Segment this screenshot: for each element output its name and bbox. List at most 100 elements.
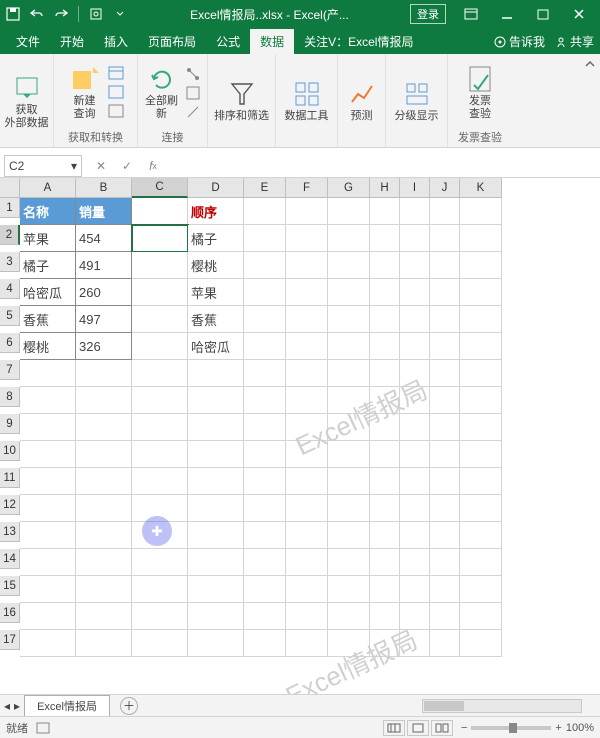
cell-J10[interactable]	[430, 441, 460, 468]
cell-B17[interactable]	[76, 630, 132, 657]
cell-E2[interactable]	[244, 225, 286, 252]
cell-D17[interactable]	[188, 630, 244, 657]
row-header[interactable]: 4	[0, 279, 20, 299]
cell-H10[interactable]	[370, 441, 400, 468]
qat-print-preview-icon[interactable]	[87, 5, 105, 23]
cell-H1[interactable]	[370, 198, 400, 225]
cell-F12[interactable]	[286, 495, 328, 522]
page-break-view-icon[interactable]	[431, 720, 453, 736]
undo-icon[interactable]	[28, 5, 46, 23]
minimize-icon[interactable]	[490, 2, 524, 26]
cell-I12[interactable]	[400, 495, 430, 522]
cell-A4[interactable]: 哈密瓜	[20, 279, 76, 306]
cell-I10[interactable]	[400, 441, 430, 468]
cell-F13[interactable]	[286, 522, 328, 549]
cell-C3[interactable]	[132, 252, 188, 279]
cell-K8[interactable]	[460, 387, 502, 414]
cell-J3[interactable]	[430, 252, 460, 279]
page-layout-view-icon[interactable]	[407, 720, 429, 736]
cell-F1[interactable]	[286, 198, 328, 225]
cell-G2[interactable]	[328, 225, 370, 252]
new-query-button[interactable]: 新建 查询	[66, 65, 104, 119]
cell-F4[interactable]	[286, 279, 328, 306]
cell-I4[interactable]	[400, 279, 430, 306]
cell-J9[interactable]	[430, 414, 460, 441]
cell-H13[interactable]	[370, 522, 400, 549]
cell-K5[interactable]	[460, 306, 502, 333]
cell-F5[interactable]	[286, 306, 328, 333]
tab-layout[interactable]: 页面布局	[138, 29, 206, 54]
cell-B9[interactable]	[76, 414, 132, 441]
zoom-slider[interactable]	[471, 726, 551, 730]
cell-F17[interactable]	[286, 630, 328, 657]
tab-formulas[interactable]: 公式	[206, 29, 250, 54]
fx-icon[interactable]: fx	[142, 156, 164, 176]
cell-J6[interactable]	[430, 333, 460, 360]
cell-C7[interactable]	[132, 360, 188, 387]
cell-K14[interactable]	[460, 549, 502, 576]
cell-I5[interactable]	[400, 306, 430, 333]
cell-C5[interactable]	[132, 306, 188, 333]
cell-B1[interactable]: 销量	[76, 198, 132, 225]
sheet-nav-next-icon[interactable]: ▸	[14, 699, 20, 713]
row-header[interactable]: 7	[0, 360, 20, 380]
cell-A17[interactable]	[20, 630, 76, 657]
cell-G17[interactable]	[328, 630, 370, 657]
row-header[interactable]: 9	[0, 414, 20, 434]
cell-B15[interactable]	[76, 576, 132, 603]
row-header[interactable]: 1	[0, 198, 20, 218]
normal-view-icon[interactable]	[383, 720, 405, 736]
cell-K6[interactable]	[460, 333, 502, 360]
cell-I7[interactable]	[400, 360, 430, 387]
data-tools-button[interactable]: 数据工具	[285, 80, 329, 122]
row-header[interactable]: 2	[0, 225, 20, 245]
enter-formula-icon[interactable]: ✓	[116, 156, 138, 176]
cell-H17[interactable]	[370, 630, 400, 657]
cell-G9[interactable]	[328, 414, 370, 441]
cell-A10[interactable]	[20, 441, 76, 468]
sheet-tab[interactable]: Excel情报局	[24, 695, 110, 716]
col-header[interactable]: E	[244, 178, 286, 198]
cell-K15[interactable]	[460, 576, 502, 603]
row-header[interactable]: 5	[0, 306, 20, 326]
row-header[interactable]: 10	[0, 441, 20, 461]
maximize-icon[interactable]	[526, 2, 560, 26]
cell-B12[interactable]	[76, 495, 132, 522]
sheet-nav-prev-icon[interactable]: ◂	[4, 699, 10, 713]
connections-icon[interactable]	[185, 66, 203, 82]
col-header[interactable]: A	[20, 178, 76, 198]
qat-dropdown-icon[interactable]	[111, 5, 129, 23]
cell-D4[interactable]: 苹果	[188, 279, 244, 306]
cell-F9[interactable]	[286, 414, 328, 441]
cell-H6[interactable]	[370, 333, 400, 360]
cell-G12[interactable]	[328, 495, 370, 522]
cell-I2[interactable]	[400, 225, 430, 252]
cell-H9[interactable]	[370, 414, 400, 441]
col-header[interactable]: K	[460, 178, 502, 198]
cell-F15[interactable]	[286, 576, 328, 603]
cell-I14[interactable]	[400, 549, 430, 576]
cell-J15[interactable]	[430, 576, 460, 603]
cell-E4[interactable]	[244, 279, 286, 306]
cell-D14[interactable]	[188, 549, 244, 576]
collapse-ribbon-icon[interactable]	[584, 58, 596, 70]
cell-B10[interactable]	[76, 441, 132, 468]
cell-J17[interactable]	[430, 630, 460, 657]
row-header[interactable]: 17	[0, 630, 20, 650]
cell-E10[interactable]	[244, 441, 286, 468]
cell-I13[interactable]	[400, 522, 430, 549]
cell-G3[interactable]	[328, 252, 370, 279]
cell-I9[interactable]	[400, 414, 430, 441]
redo-icon[interactable]	[52, 5, 70, 23]
cell-K9[interactable]	[460, 414, 502, 441]
cell-B14[interactable]	[76, 549, 132, 576]
macro-record-icon[interactable]	[36, 722, 50, 734]
row-header[interactable]: 15	[0, 576, 20, 596]
tellme-button[interactable]: 告诉我	[494, 33, 545, 50]
row-header[interactable]: 12	[0, 495, 20, 515]
invoice-check-button[interactable]: 发票 查验	[461, 65, 499, 119]
login-button[interactable]: 登录	[410, 4, 446, 24]
cell-K2[interactable]	[460, 225, 502, 252]
tab-custom[interactable]: 关注V：Excel情报局	[294, 29, 423, 54]
zoom-control[interactable]: − + 100%	[461, 722, 594, 734]
